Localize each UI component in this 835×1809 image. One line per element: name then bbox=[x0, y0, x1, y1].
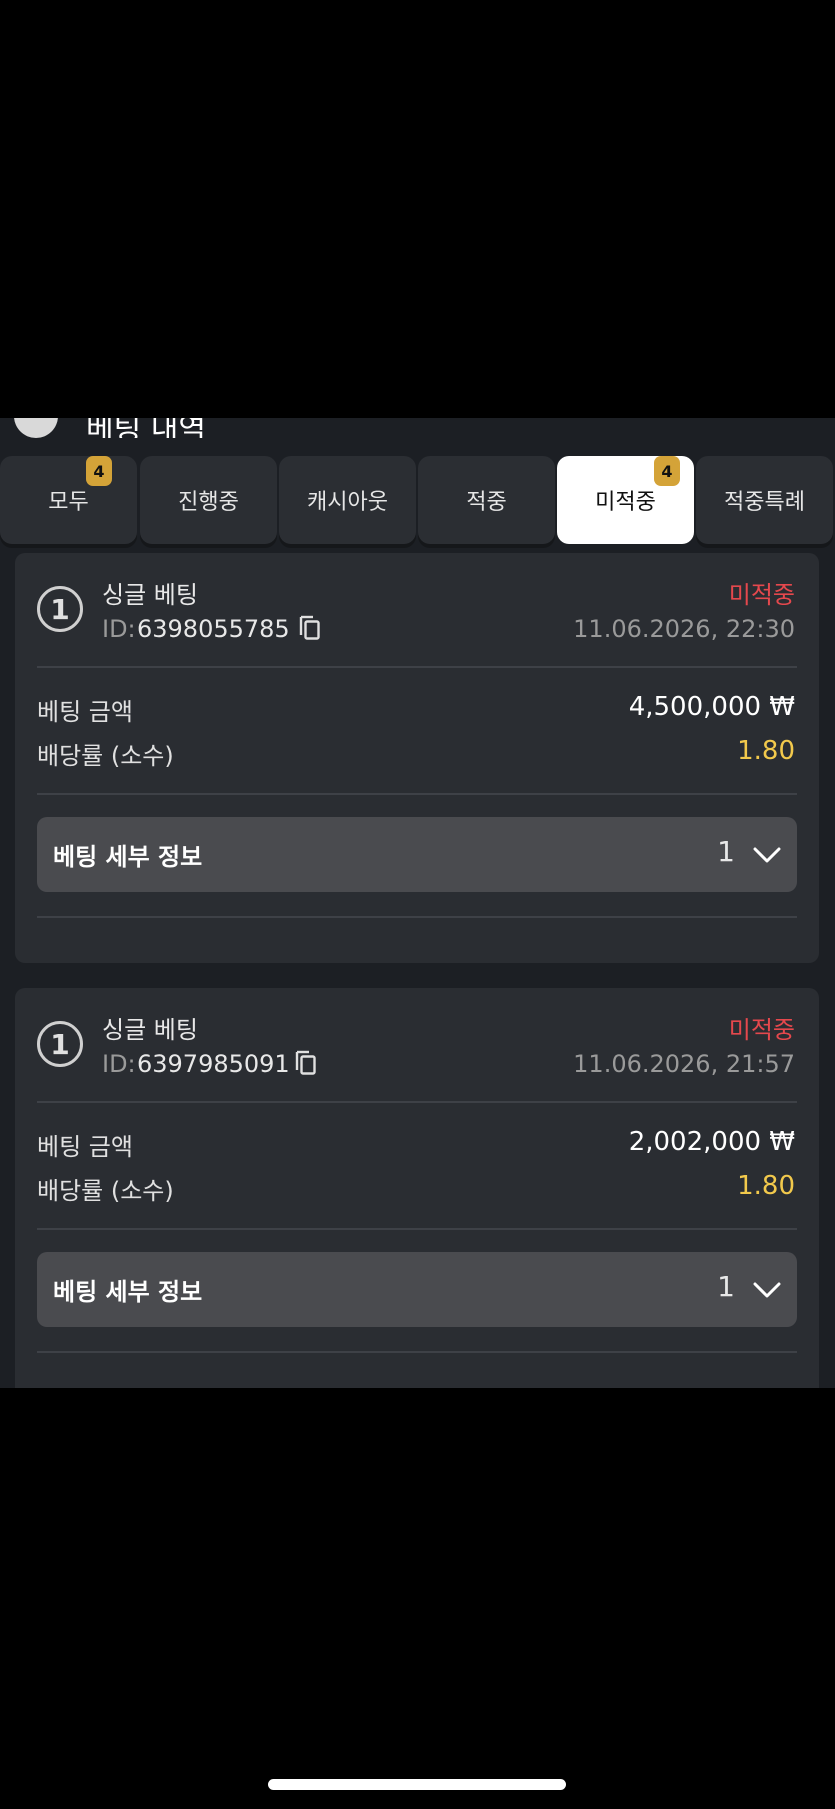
copy-icon[interactable] bbox=[293, 1048, 319, 1076]
chevron-down-icon bbox=[753, 847, 781, 863]
bet-amount: 2,002,000 ₩ bbox=[628, 1127, 795, 1157]
tab-special[interactable]: 적중특례 bbox=[696, 456, 833, 544]
bet-id-label: ID: bbox=[102, 615, 136, 643]
home-indicator[interactable] bbox=[268, 1779, 566, 1790]
divider bbox=[37, 1101, 797, 1103]
bet-details-label: 베팅 세부 정보 bbox=[53, 1278, 203, 1306]
bet-history-screen: 베팅 내역 모두 4 진행중 캐시아웃 적중 미적중 4 적중특례 1 싱글 베… bbox=[0, 418, 835, 1388]
odds-label: 배당률 (소수) bbox=[37, 1177, 174, 1205]
divider bbox=[37, 793, 797, 795]
tab-won[interactable]: 적중 bbox=[418, 456, 555, 544]
bet-id-label: ID: bbox=[102, 1050, 136, 1078]
bet-details-toggle[interactable]: 베팅 세부 정보 1 bbox=[37, 1252, 797, 1327]
tab-cashout[interactable]: 캐시아웃 bbox=[279, 456, 416, 544]
page-title: 베팅 내역 bbox=[86, 418, 206, 438]
odds-value: 1.80 bbox=[737, 1171, 795, 1201]
tab-label: 적중특례 bbox=[724, 490, 805, 515]
status-tabs: 모두 4 진행중 캐시아웃 적중 미적중 4 적중특례 bbox=[0, 456, 835, 544]
bet-number-badge: 1 bbox=[37, 1021, 83, 1067]
copy-icon[interactable] bbox=[297, 613, 323, 641]
bet-details-label: 베팅 세부 정보 bbox=[53, 843, 203, 871]
bet-amount: 4,500,000 ₩ bbox=[628, 692, 795, 722]
divider bbox=[37, 1228, 797, 1230]
tab-lost[interactable]: 미적중 4 bbox=[557, 456, 694, 544]
bet-card: 1 싱글 베팅 ID: 6398055785 미적중 11.06.2026, 2… bbox=[15, 553, 819, 963]
tab-label: 미적중 bbox=[595, 490, 656, 515]
bet-datetime: 11.06.2026, 22:30 bbox=[573, 615, 795, 643]
bet-card: 1 싱글 베팅 ID: 6397985091 미적중 11.06.2026, 2… bbox=[15, 988, 819, 1388]
count-badge: 4 bbox=[86, 456, 112, 486]
chevron-left-icon[interactable] bbox=[14, 418, 58, 438]
bet-type: 싱글 베팅 bbox=[102, 581, 198, 609]
tab-label: 캐시아웃 bbox=[307, 490, 388, 515]
status-badge: 미적중 bbox=[728, 581, 795, 609]
bet-details-toggle[interactable]: 베팅 세부 정보 1 bbox=[37, 817, 797, 892]
screen: 베팅 내역 모두 4 진행중 캐시아웃 적중 미적중 4 적중특례 1 싱글 베… bbox=[0, 0, 835, 1809]
bet-amount-label: 베팅 금액 bbox=[37, 698, 133, 726]
tab-in-progress[interactable]: 진행중 bbox=[140, 456, 277, 544]
bet-id: 6397985091 bbox=[137, 1050, 290, 1078]
divider bbox=[37, 666, 797, 668]
header: 베팅 내역 bbox=[0, 418, 835, 438]
odds-value: 1.80 bbox=[737, 736, 795, 766]
bet-amount-label: 베팅 금액 bbox=[37, 1133, 133, 1161]
tab-label: 진행중 bbox=[178, 490, 239, 515]
status-badge: 미적중 bbox=[728, 1016, 795, 1044]
tab-label: 모두 bbox=[48, 490, 89, 515]
divider bbox=[37, 1351, 797, 1353]
chevron-down-icon bbox=[753, 1282, 781, 1298]
divider bbox=[37, 916, 797, 918]
bet-id: 6398055785 bbox=[137, 615, 290, 643]
count-badge: 4 bbox=[654, 456, 680, 486]
bet-number-badge: 1 bbox=[37, 586, 83, 632]
selection-count: 1 bbox=[717, 835, 735, 868]
bet-type: 싱글 베팅 bbox=[102, 1016, 198, 1044]
selection-count: 1 bbox=[717, 1270, 735, 1303]
tab-all[interactable]: 모두 4 bbox=[0, 456, 137, 544]
tab-label: 적중 bbox=[466, 490, 507, 515]
odds-label: 배당률 (소수) bbox=[37, 742, 174, 770]
bet-datetime: 11.06.2026, 21:57 bbox=[573, 1050, 795, 1078]
